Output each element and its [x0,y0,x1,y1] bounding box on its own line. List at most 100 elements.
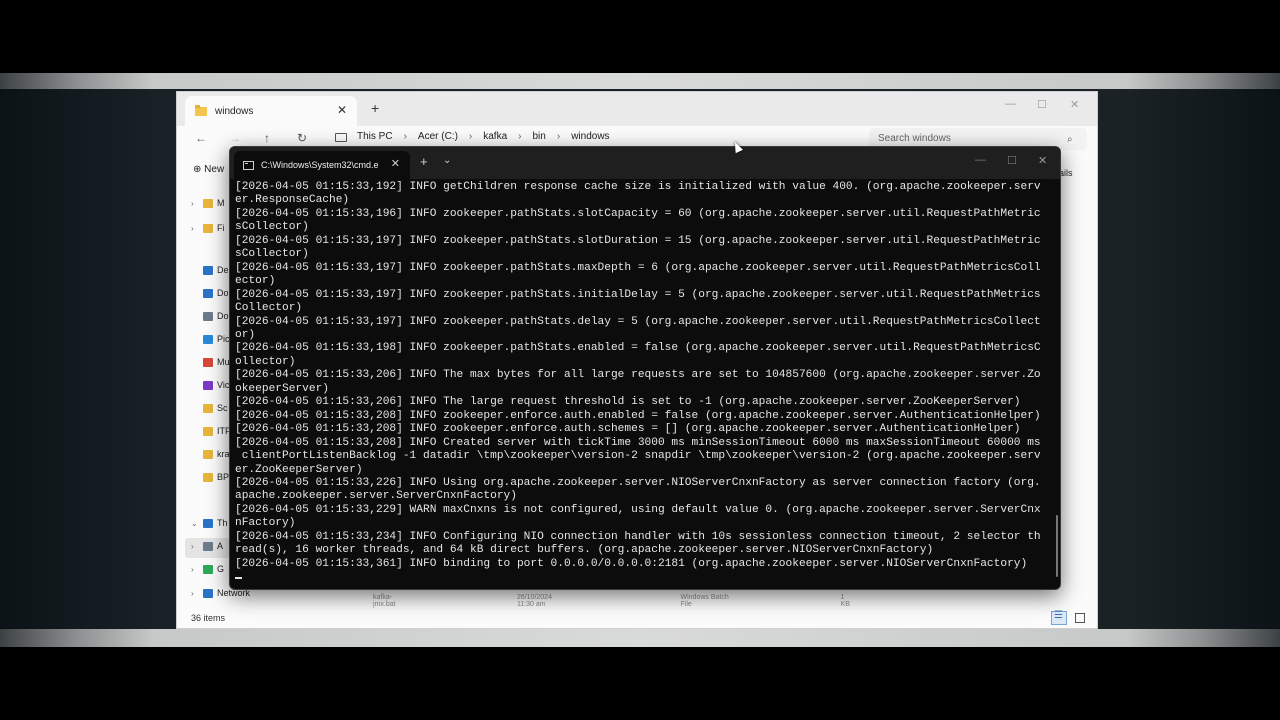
breadcrumb-this-pc[interactable]: This PC [357,131,393,142]
up-arrow-icon[interactable]: ↑ [264,131,270,145]
explorer-tab-label: windows [215,105,254,117]
refresh-icon[interactable]: ↻ [297,131,307,145]
folder-icon [203,380,213,390]
folder-icon [203,311,213,321]
breadcrumb-bin[interactable]: bin [533,131,546,142]
plus-circle-icon: ⊕ [193,164,202,175]
details-button[interactable]: ails [1059,168,1073,178]
new-button[interactable]: ⊕ New [193,164,224,175]
sidebar-item-label: De [217,265,229,275]
file-row-kafka-jmx[interactable]: kafka-jmx.bat 26/10/2024 11:30 am Window… [373,594,853,608]
chevron-icon[interactable]: › [191,542,203,551]
sidebar-item[interactable]: ITF [191,426,231,436]
sidebar-item[interactable]: › G [191,564,224,574]
chevron-down-icon[interactable]: ⌄ [443,155,451,166]
sidebar-item-label: Do [217,288,229,298]
back-arrow-icon[interactable]: ← [195,131,207,145]
details-view-icon[interactable] [1051,610,1067,625]
terminal-titlebar[interactable]: C:\Windows\System32\cmd.e ✕ + ⌄ — ☐ ✕ [230,147,1060,179]
sidebar-item[interactable]: BP [191,472,229,482]
sidebar-item-label: kra [217,449,230,459]
chevron-icon[interactable]: › [191,589,203,598]
terminal-output[interactable]: [2026-04-05 01:15:33,192] INFO getChildr… [235,181,1047,581]
folder-icon [195,104,207,116]
folder-icon [203,541,213,551]
sidebar-item[interactable]: ⌄ Th [191,518,228,528]
folder-icon [203,223,213,233]
folder-icon [203,334,213,344]
new-tab-button[interactable]: + [420,154,428,169]
navigation-pane: › M › Fi De Do Do Pic Mu Vic Sc ITF kra BP ⌄ Th › A › G › Net… [177,184,250,604]
file-name: kafka-jmx.bat [373,594,396,608]
maximize-button[interactable]: ☐ [1007,154,1017,167]
maximize-button[interactable]: ☐ [1037,98,1047,111]
sidebar-item[interactable]: Do [191,288,229,298]
close-window-button[interactable]: ✕ [1038,154,1047,167]
status-bar: 36 items [177,610,1097,628]
folder-icon [203,357,213,367]
chevron-right-icon: › [403,131,407,142]
folder-icon [203,198,213,208]
sidebar-item-label: Do [217,311,229,321]
sidebar-item-label: Pic [217,334,230,344]
sidebar-item-label: Mu [217,357,230,367]
sidebar-item[interactable]: Vic [191,380,229,390]
folder-icon [203,472,213,482]
sidebar-item-label: G [217,564,225,574]
close-icon[interactable]: ✕ [337,103,347,117]
item-count: 36 items [191,613,226,623]
sidebar-item-label: Sc [217,403,228,413]
explorer-tab-windows[interactable]: windows ✕ [185,96,357,126]
monitor-icon [335,133,347,142]
breadcrumb-drive[interactable]: Acer (C:) [418,131,458,142]
chevron-icon[interactable]: › [191,224,203,233]
close-window-button[interactable]: ✕ [1070,98,1079,111]
close-icon[interactable]: ✕ [391,157,400,170]
terminal-tab-label: C:\Windows\System32\cmd.e [261,160,379,170]
breadcrumb-kafka[interactable]: kafka [483,131,507,142]
search-icon[interactable]: ⌕ [1067,134,1085,145]
file-date: 26/10/2024 11:30 am [516,594,552,608]
sidebar-item[interactable]: › Fi [191,223,225,233]
chevron-icon[interactable]: ⌄ [191,519,203,528]
terminal-tab-cmd[interactable]: C:\Windows\System32\cmd.e ✕ [234,151,410,179]
folder-icon [203,564,213,574]
scrollbar[interactable] [1056,515,1058,577]
sidebar-item[interactable]: Sc [191,403,228,413]
sidebar-item[interactable]: De [191,265,229,275]
sidebar-item[interactable]: Do [191,311,229,321]
breadcrumb-windows[interactable]: windows [571,131,609,142]
folder-icon [203,449,213,459]
chevron-icon[interactable]: › [191,565,203,574]
file-type: Windows Batch File [680,594,729,608]
sidebar-item[interactable]: › A [191,541,223,551]
minimize-button[interactable]: — [975,154,986,166]
chevron-right-icon: › [518,131,522,142]
chevron-right-icon: › [468,131,473,142]
sidebar-item-label: Vic [217,380,230,390]
file-size: 1 KB [840,594,850,608]
forward-arrow-icon[interactable]: → [229,131,241,145]
folder-icon [203,426,213,436]
folder-icon [203,588,213,598]
sidebar-item[interactable]: Mu [191,357,230,367]
sidebar-item-label: M [217,198,225,208]
text-cursor [235,577,242,579]
breadcrumb: This PC › Acer (C:) › kafka › bin › windows [357,131,610,142]
sidebar-item-label: Th [217,518,228,528]
chevron-icon[interactable]: › [191,199,203,208]
sidebar-item-label: Fi [217,223,225,233]
minimize-button[interactable]: — [1005,98,1016,110]
folder-icon [203,288,213,298]
sidebar-item[interactable]: › M [191,198,225,208]
new-tab-button[interactable]: + [371,100,379,116]
sidebar-item[interactable]: Pic [191,334,230,344]
tiles-view-icon[interactable] [1075,613,1085,623]
sidebar-item[interactable]: kra [191,449,230,459]
command-prompt-window[interactable]: C:\Windows\System32\cmd.e ✕ + ⌄ — ☐ ✕ [2… [229,146,1061,590]
terminal-icon [243,160,254,170]
explorer-titlebar[interactable]: windows ✕ + — ☐ ✕ [177,92,1097,126]
sidebar-item-label: A [217,541,224,551]
new-button-label: New [204,164,225,175]
folder-icon [203,265,213,275]
